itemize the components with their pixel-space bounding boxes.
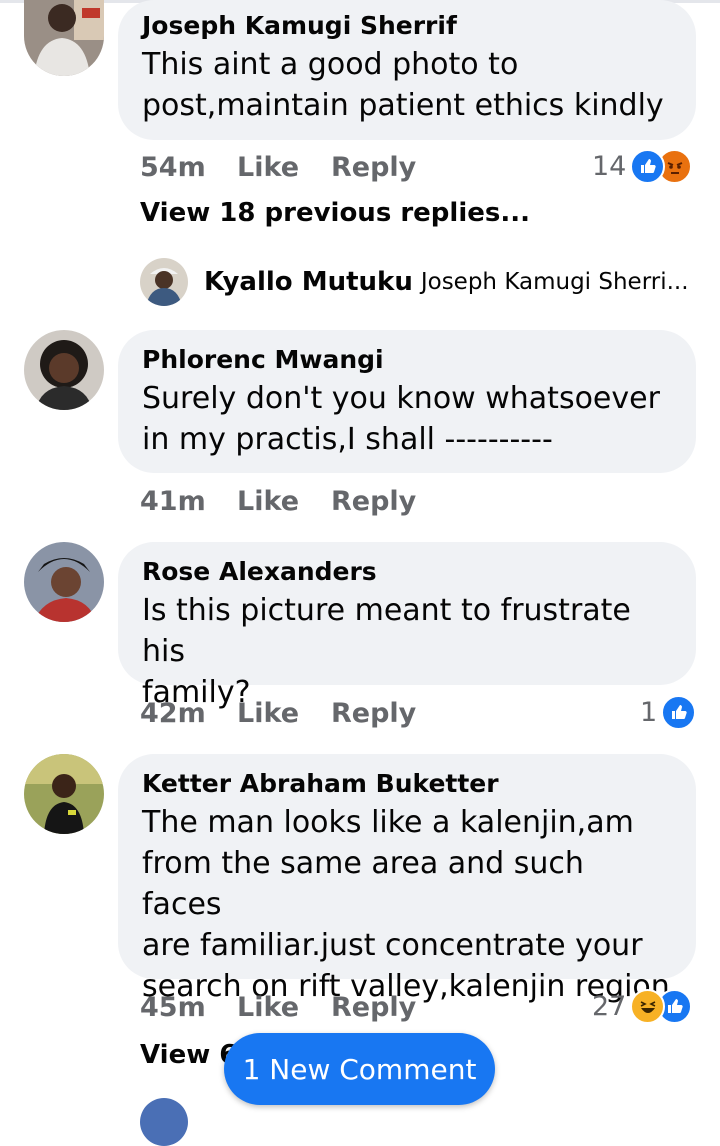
- comment-time[interactable]: 42m: [140, 698, 237, 729]
- comment-text: The man looks like a kalenjin,am from th…: [142, 805, 670, 1004]
- new-comment-button[interactable]: 1 New Comment: [224, 1033, 495, 1105]
- comment-time[interactable]: 54m: [140, 152, 237, 183]
- comment-actions: 54m Like Reply: [140, 147, 416, 187]
- like-button[interactable]: Like: [237, 486, 331, 517]
- comment-author[interactable]: Rose Alexanders: [142, 554, 672, 590]
- reply-button[interactable]: Reply: [331, 486, 416, 517]
- like-button[interactable]: Like: [237, 152, 331, 183]
- like-button[interactable]: Like: [237, 698, 331, 729]
- comment-author[interactable]: Phlorenc Mwangi: [142, 342, 672, 378]
- reaction-count: 14: [592, 150, 627, 182]
- comment-text: Surely don't you know whatsoever in my p…: [142, 381, 660, 457]
- avatar[interactable]: [24, 330, 104, 410]
- reaction-count: 1: [640, 696, 658, 728]
- reaction-summary[interactable]: 27: [592, 986, 693, 1026]
- reply-author[interactable]: Kyallo Mutuku: [204, 267, 413, 297]
- comment-actions: 41m Like Reply: [140, 481, 416, 521]
- avatar[interactable]: [24, 0, 104, 76]
- avatar[interactable]: [140, 1098, 188, 1146]
- comment-text: This aint a good photo to post,maintain …: [142, 47, 664, 123]
- avatar[interactable]: [24, 542, 104, 622]
- reaction-summary[interactable]: 1: [640, 692, 697, 732]
- comment-bubble: Ketter Abraham Buketter The man looks li…: [118, 754, 696, 1004]
- reply-button[interactable]: Reply: [331, 152, 416, 183]
- comment-actions: 45m Like Reply: [140, 987, 416, 1027]
- comment-time[interactable]: 41m: [140, 486, 237, 517]
- like-icon: [630, 148, 666, 184]
- comment-bubble: Joseph Kamugi Sherrif This aint a good p…: [118, 0, 696, 140]
- comment-bubble: Phlorenc Mwangi Surely don't you know wh…: [118, 330, 696, 473]
- view-previous-replies-link[interactable]: View 18 previous replies...: [140, 198, 530, 228]
- reply-preview[interactable]: Kyallo Mutuku Joseph Kamugi Sherri...: [140, 258, 689, 306]
- reaction-count: 27: [592, 990, 627, 1022]
- comment-author[interactable]: Ketter Abraham Buketter: [142, 766, 672, 802]
- reply-button[interactable]: Reply: [331, 698, 416, 729]
- reply-text: Joseph Kamugi Sherri...: [420, 269, 689, 295]
- reaction-summary[interactable]: 14: [592, 146, 693, 186]
- like-button[interactable]: Like: [237, 992, 331, 1023]
- comment-author[interactable]: Joseph Kamugi Sherrif: [142, 8, 672, 44]
- avatar: [140, 258, 188, 306]
- comment-bubble: Rose Alexanders Is this picture meant to…: [118, 542, 696, 710]
- reply-button[interactable]: Reply: [331, 992, 416, 1023]
- avatar[interactable]: [24, 754, 104, 834]
- like-icon: [661, 694, 697, 730]
- view-more-replies-link[interactable]: View 6: [140, 1040, 237, 1070]
- comment-time[interactable]: 45m: [140, 992, 237, 1023]
- comment-actions: 42m Like Reply: [140, 693, 416, 733]
- haha-icon: [630, 988, 666, 1024]
